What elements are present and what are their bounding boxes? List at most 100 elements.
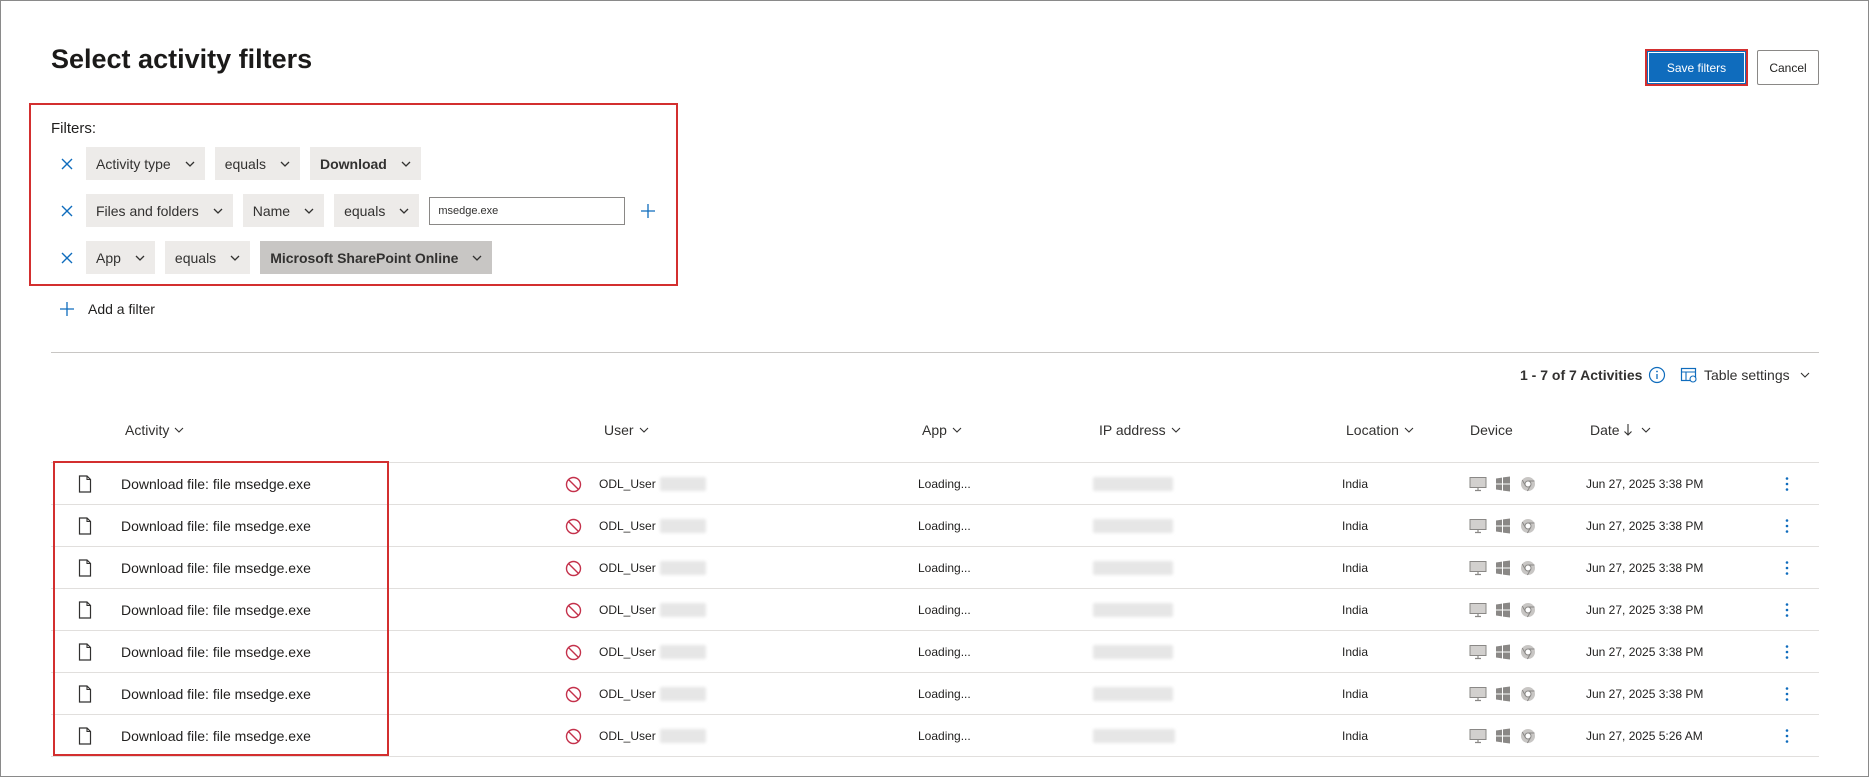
more-vertical-icon[interactable]	[1784, 589, 1790, 631]
chevron-down-icon	[280, 161, 290, 167]
location-value: India	[1342, 561, 1369, 575]
windows-icon	[1495, 589, 1511, 631]
plus-icon	[58, 300, 76, 318]
redacted-ip	[1093, 519, 1173, 533]
more-vertical-icon[interactable]	[1784, 547, 1790, 589]
column-header-device[interactable]: Device	[1470, 422, 1513, 438]
chevron-down-icon	[230, 255, 240, 261]
desktop-icon	[1469, 631, 1487, 673]
column-header-user[interactable]: User	[604, 422, 649, 438]
info-icon[interactable]	[1648, 366, 1666, 384]
user-label: ODL_User	[599, 603, 656, 617]
redacted-ip	[1093, 477, 1173, 491]
close-icon[interactable]	[56, 153, 78, 175]
redacted-ip	[1093, 603, 1173, 617]
user-name[interactable]: ODL_User	[599, 547, 706, 589]
filter-value-input[interactable]	[429, 196, 626, 225]
more-vertical-icon[interactable]	[1784, 463, 1790, 505]
chrome-icon	[1520, 463, 1536, 505]
chrome-icon	[1520, 673, 1536, 715]
filter-operator-dropdown[interactable]: equals	[334, 194, 420, 227]
chevron-down-icon	[213, 208, 223, 214]
user-label: ODL_User	[599, 561, 656, 575]
redacted-user-suffix	[659, 729, 706, 743]
user-name[interactable]: ODL_User	[599, 505, 706, 547]
location-value: India	[1342, 687, 1369, 701]
chevron-down-icon	[399, 208, 409, 214]
user-label: ODL_User	[599, 645, 656, 659]
user-name[interactable]: ODL_User	[599, 589, 706, 631]
cancel-button[interactable]: Cancel	[1757, 50, 1819, 85]
chrome-icon	[1520, 505, 1536, 547]
table-settings-button[interactable]: Table settings	[1680, 364, 1810, 386]
redacted-ip	[1093, 729, 1175, 743]
filter-field-dropdown[interactable]: Files and folders	[86, 194, 233, 227]
column-header-app[interactable]: App	[922, 422, 962, 438]
page-title: Select activity filters	[51, 44, 313, 74]
column-header-ip-address[interactable]: IP address	[1099, 422, 1181, 438]
app-value: Loading...	[918, 603, 971, 617]
date-value: Jun 27, 2025 3:38 PM	[1586, 561, 1704, 575]
save-filters-button[interactable]: Save filters	[1645, 49, 1748, 86]
filter-operator-dropdown[interactable]: equals	[214, 147, 300, 180]
more-vertical-icon[interactable]	[1784, 673, 1790, 715]
chevron-down-icon	[1641, 427, 1650, 433]
chevron-down-icon	[1404, 427, 1414, 433]
plus-icon[interactable]	[639, 202, 657, 220]
ip-address-value	[1093, 715, 1175, 757]
user-name[interactable]: ODL_User	[599, 715, 706, 757]
add-filter-button[interactable]: Add a filter	[58, 298, 155, 320]
windows-icon	[1495, 505, 1511, 547]
desktop-icon	[1469, 547, 1487, 589]
filter-subfield-dropdown[interactable]: Name	[242, 194, 325, 227]
close-icon[interactable]	[56, 200, 78, 222]
chevron-down-icon	[135, 255, 145, 261]
location-value: India	[1342, 477, 1369, 491]
filter-value-dropdown[interactable]: Microsoft SharePoint Online	[260, 241, 493, 274]
windows-icon	[1495, 463, 1511, 505]
column-header-date[interactable]: Date	[1590, 422, 1651, 438]
row-divider	[51, 756, 1819, 757]
table-settings-label: Table settings	[1704, 367, 1790, 383]
app-value: Loading...	[918, 519, 971, 533]
desktop-icon	[1469, 505, 1487, 547]
close-icon[interactable]	[56, 247, 78, 269]
app-value: Loading...	[918, 729, 971, 743]
filter-row: App equals Microsoft SharePoint Online	[56, 241, 502, 274]
user-name[interactable]: ODL_User	[599, 631, 706, 673]
more-vertical-icon[interactable]	[1784, 631, 1790, 673]
filter-field-dropdown[interactable]: App	[86, 241, 155, 274]
user-name[interactable]: ODL_User	[599, 463, 706, 505]
location-value: India	[1342, 603, 1369, 617]
redacted-user-suffix	[659, 603, 706, 617]
column-header-location[interactable]: Location	[1346, 422, 1414, 438]
chevron-down-icon	[304, 208, 314, 214]
blocked-icon	[565, 463, 582, 505]
date-value: Jun 27, 2025 3:38 PM	[1586, 645, 1704, 659]
chevron-down-icon	[639, 427, 648, 433]
blocked-icon	[565, 547, 582, 589]
more-vertical-icon[interactable]	[1784, 505, 1790, 547]
filter-field-dropdown[interactable]: Activity type	[86, 147, 205, 180]
blocked-icon	[565, 715, 582, 757]
user-label: ODL_User	[599, 687, 656, 701]
filter-operator-dropdown[interactable]: equals	[164, 241, 251, 274]
redacted-user-suffix	[659, 687, 706, 701]
desktop-icon	[1469, 715, 1487, 757]
user-name[interactable]: ODL_User	[599, 673, 706, 715]
ip-address-value	[1093, 463, 1173, 505]
filter-value-dropdown[interactable]: Download	[309, 147, 421, 180]
ip-address-value	[1093, 631, 1173, 673]
chevron-down-icon	[472, 255, 482, 261]
desktop-icon	[1469, 673, 1487, 715]
redacted-user-suffix	[659, 519, 706, 533]
chevron-down-icon	[401, 161, 411, 167]
desktop-icon	[1469, 463, 1487, 505]
chevron-down-icon	[1171, 427, 1181, 433]
blocked-icon	[565, 673, 582, 715]
more-vertical-icon[interactable]	[1784, 715, 1790, 757]
windows-icon	[1495, 715, 1511, 757]
blocked-icon	[565, 505, 582, 547]
column-header-activity[interactable]: Activity	[125, 422, 184, 438]
user-label: ODL_User	[599, 729, 656, 743]
